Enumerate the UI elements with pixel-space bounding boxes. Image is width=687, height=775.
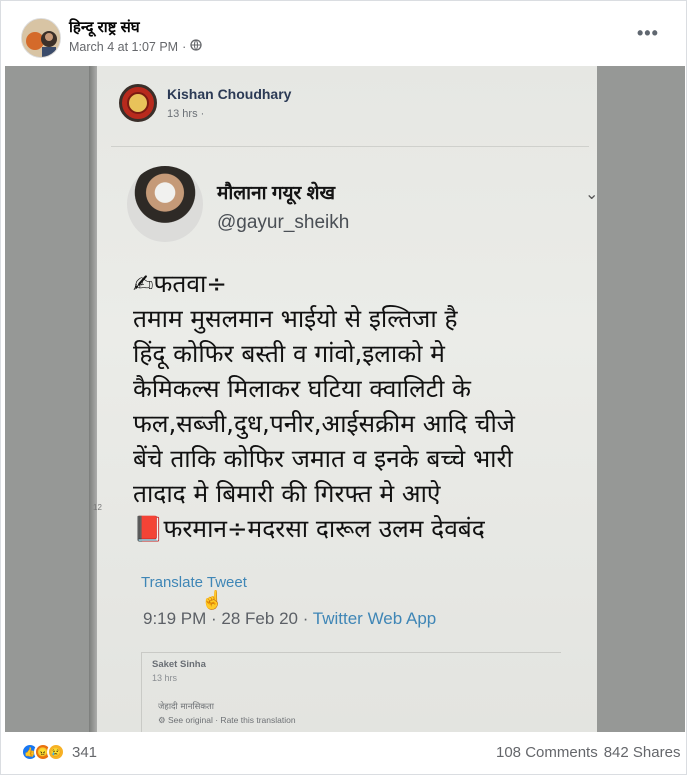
engagement-counts: 108 Comments 842 Shares: [490, 744, 680, 761]
tweet-time: 9:19 PM · 28 Feb 20 ·: [143, 609, 313, 628]
comment-author: Saket Sinha: [152, 659, 206, 670]
monitor-screen: Kishan Choudhary 13 hrs · मौलाना गयूर शे…: [97, 66, 599, 732]
tweet-line: तमाम मुसलमान भाईयो से इल्तिजा है: [133, 304, 458, 333]
sad-icon: 😢: [47, 743, 65, 761]
tweet-line: कैमिकल्स मिलाकर घटिया क्वालिटी के: [133, 374, 471, 403]
comments-count-link[interactable]: 108 Comments: [496, 744, 598, 761]
page-avatar[interactable]: [21, 18, 61, 58]
reactions-summary[interactable]: 👍 😠 😢 341: [21, 743, 97, 761]
tweet-line: ✍फतवा÷: [133, 269, 227, 298]
tweet-handle: @gayur_sheikh: [217, 212, 350, 233]
meta-separator: ·: [182, 39, 187, 54]
poster-name: Kishan Choudhary: [167, 86, 292, 102]
post-meta: March 4 at 1:07 PM ·: [69, 39, 202, 54]
translate-tweet-link: Translate Tweet: [141, 574, 247, 591]
poster-time: 13 hrs ·: [167, 108, 205, 120]
hand-cursor-icon: ☝: [201, 590, 224, 610]
tweet-avatar: [127, 166, 203, 242]
reaction-count: 341: [72, 743, 98, 761]
tweet-app: Twitter Web App: [312, 609, 437, 628]
post-timestamp[interactable]: March 4 at 1:07 PM: [69, 40, 178, 54]
tweet-text: ✍फतवा÷ तमाम मुसलमान भाईयो से इल्तिजा है …: [133, 266, 593, 546]
globe-icon: [190, 39, 202, 54]
comment-options: ⚙ See original · Rate this translation: [158, 715, 296, 725]
chevron-down-icon: ⌄: [585, 186, 599, 203]
comment-text: जेहादी मानसिकता: [158, 702, 214, 712]
poster-avatar: [119, 84, 157, 122]
divider: [111, 146, 589, 147]
post-photo[interactable]: Kishan Choudhary 13 hrs · मौलाना गयूर शे…: [5, 66, 685, 732]
tweet-line: फल,सब्जी,दुध,पनीर,आईसक्रीम आदि चीजे: [133, 409, 515, 438]
tweet-author-name: मौलाना गयूर शेख: [217, 183, 336, 204]
shares-count-link[interactable]: 842 Shares: [604, 744, 681, 761]
tweet-meta: 9:19 PM · 28 Feb 20 · Twitter Web App: [143, 609, 436, 629]
comment-time: 13 hrs: [152, 673, 178, 683]
tweet-line: बेंचे ताकि कोफिर जमात व इनके बच्चे भारी: [133, 444, 513, 473]
comment-box: Saket Sinha 13 hrs जेहादी मानसिकता ⚙ See…: [141, 652, 561, 732]
tweet-line: तादाद मे बिमारी की गिरफ्त मे आऐ: [133, 479, 441, 508]
post-card: हिन्दू राष्ट्र संघ March 4 at 1:07 PM · …: [0, 0, 687, 775]
tweet-line: 📕फरमान÷मदरसा दारूल उलम देवबंद: [133, 514, 485, 543]
tweet-line: हिंदू कोफिर बस्ती व गांवो,इलाको मे: [133, 339, 445, 368]
side-number: 12: [93, 503, 102, 512]
page-name-link[interactable]: हिन्दू राष्ट्र संघ: [69, 17, 140, 37]
more-options-button[interactable]: •••: [637, 24, 665, 47]
